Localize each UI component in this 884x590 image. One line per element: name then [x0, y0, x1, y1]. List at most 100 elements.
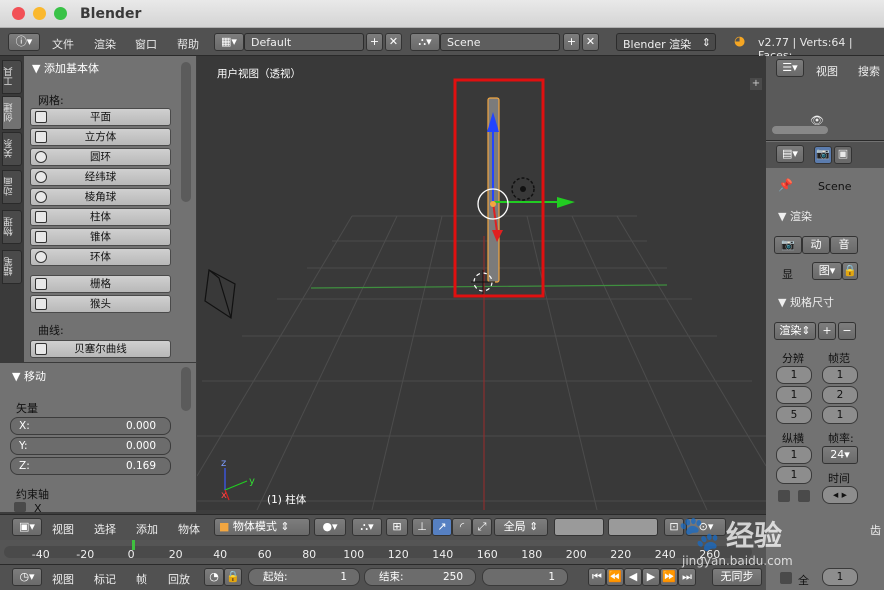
- menu-object[interactable]: 物体: [178, 521, 200, 537]
- render-audio-button[interactable]: 音: [830, 236, 858, 254]
- maximize-button[interactable]: [54, 7, 67, 20]
- dimensions-panel-header[interactable]: ▼ 规格尺寸: [778, 294, 834, 310]
- scene-icon[interactable]: ⛬▾: [410, 33, 440, 51]
- pivot-select[interactable]: ⛬▾: [352, 518, 382, 536]
- render-props-icon[interactable]: 📷: [814, 146, 832, 164]
- orientation-select[interactable]: 全局 ⇕: [494, 518, 548, 536]
- layers-props-icon[interactable]: ▣: [834, 146, 852, 164]
- preview-range-button[interactable]: ◔: [204, 568, 224, 586]
- timeline-menu-view[interactable]: 视图: [52, 571, 74, 587]
- move-widget-button[interactable]: ↗: [432, 518, 452, 536]
- add-preset-button[interactable]: +: [818, 322, 836, 340]
- screen-layout-field[interactable]: Default: [244, 33, 364, 51]
- vector-y-field[interactable]: Y: 0.000: [10, 437, 171, 455]
- screen-layout-icon[interactable]: ▦▾: [214, 33, 244, 51]
- pin-icon[interactable]: 📌: [778, 178, 793, 192]
- add-cone-button[interactable]: 锥体: [30, 228, 171, 246]
- viewport-add-corner[interactable]: +: [750, 78, 762, 90]
- add-cube-button[interactable]: 立方体: [30, 128, 171, 146]
- viewport-3d[interactable]: 用户视图（透视） z y x (1) 柱体 +: [197, 56, 766, 510]
- minimize-button[interactable]: [33, 7, 46, 20]
- tool-shelf-scrollbar[interactable]: [181, 62, 191, 202]
- menu-file[interactable]: 文件: [52, 36, 74, 52]
- render-engine-select[interactable]: Blender 渲染 ⇕: [616, 33, 716, 51]
- frame-start-field[interactable]: 1: [822, 366, 858, 384]
- menu-render[interactable]: 渲染: [94, 36, 116, 52]
- timeline-menu-playback[interactable]: 回放: [168, 571, 190, 587]
- render-image-button[interactable]: 📷: [774, 236, 802, 254]
- tab-grease-pencil[interactable]: 蜡笔: [2, 250, 22, 284]
- outliner-type-button[interactable]: ☰▾: [776, 59, 804, 77]
- current-frame-field[interactable]: 1: [482, 568, 568, 586]
- time-remap-field[interactable]: ◂ ▸: [822, 486, 858, 504]
- play-button[interactable]: ▶: [642, 568, 660, 586]
- lock-time-button[interactable]: 🔒: [224, 568, 242, 586]
- tab-tools[interactable]: 工具: [2, 60, 22, 94]
- menu-view[interactable]: 视图: [52, 521, 74, 537]
- aspect-x-field[interactable]: 1: [776, 446, 812, 464]
- display-select[interactable]: 图▾: [812, 262, 842, 280]
- tab-create[interactable]: 创建: [2, 96, 22, 130]
- constraint-x-checkbox[interactable]: [14, 502, 26, 512]
- layers-grid-2[interactable]: [608, 518, 658, 536]
- tab-animation[interactable]: 动画: [2, 170, 22, 204]
- properties-type-button[interactable]: ▤▾: [776, 145, 804, 163]
- remove-screen-button[interactable]: ✕: [385, 33, 402, 51]
- end-frame-field[interactable]: 结束: 250: [364, 568, 476, 586]
- tab-physics[interactable]: 物理: [2, 210, 22, 244]
- frame-step-field[interactable]: 1: [822, 406, 858, 424]
- editor-type-button[interactable]: ⓘ▾: [8, 33, 40, 51]
- timeline-editor-type[interactable]: ◷▾: [12, 568, 42, 586]
- render-preset-select[interactable]: 渲染⇕: [774, 322, 816, 340]
- resolution-y-field[interactable]: 1: [776, 386, 812, 404]
- frame-end-field[interactable]: 2: [822, 386, 858, 404]
- add-circle-button[interactable]: 圆环: [30, 148, 171, 166]
- add-torus-button[interactable]: 环体: [30, 248, 171, 266]
- close-button[interactable]: [12, 7, 25, 20]
- add-bezier-button[interactable]: 贝塞尔曲线: [30, 340, 171, 358]
- add-screen-button[interactable]: +: [366, 33, 383, 51]
- timeline[interactable]: -40 -20 0 20 40 60 80 100 120 140 160 180 200 220 240 2…: [0, 540, 766, 564]
- resolution-x-field[interactable]: 1: [776, 366, 812, 384]
- timeline-menu-marker[interactable]: 标记: [94, 571, 116, 587]
- menu-window[interactable]: 窗口: [135, 36, 157, 52]
- vector-z-field[interactable]: Z: 0.169: [10, 457, 171, 475]
- mode-select[interactable]: ■ 物体模式 ⇕: [214, 518, 310, 536]
- menu-add[interactable]: 添加: [136, 521, 158, 537]
- add-ico-sphere-button[interactable]: 棱角球: [30, 188, 171, 206]
- fps-select[interactable]: 24▾: [822, 446, 858, 464]
- rotate-widget-button[interactable]: ◜: [452, 518, 472, 536]
- scene-field[interactable]: Scene: [440, 33, 560, 51]
- render-panel-header[interactable]: ▼ 渲染: [778, 208, 812, 224]
- scale-widget-button[interactable]: ⤢: [472, 518, 492, 536]
- aspect-y-field[interactable]: 1: [776, 466, 812, 484]
- add-uv-sphere-button[interactable]: 经纬球: [30, 168, 171, 186]
- jump-key-back-button[interactable]: ⏪: [606, 568, 624, 586]
- add-scene-button[interactable]: +: [563, 33, 580, 51]
- add-primitive-header[interactable]: ▼ 添加基本体: [32, 60, 99, 76]
- timeline-menu-frame[interactable]: 帧: [136, 571, 147, 587]
- viewport-editor-type[interactable]: ▣▾: [12, 518, 42, 536]
- add-cylinder-button[interactable]: 柱体: [30, 208, 171, 226]
- start-frame-field[interactable]: 起始: 1: [248, 568, 360, 586]
- render-animation-button[interactable]: 动: [802, 236, 830, 254]
- menu-select[interactable]: 选择: [94, 521, 116, 537]
- lock-button[interactable]: 🔒: [842, 262, 858, 280]
- crop-checkbox[interactable]: [798, 490, 810, 502]
- add-monkey-button[interactable]: 猴头: [30, 295, 171, 313]
- translate-widget-button[interactable]: ⊥: [412, 518, 432, 536]
- tab-relations[interactable]: 关系: [2, 132, 22, 166]
- play-reverse-button[interactable]: ◀: [624, 568, 642, 586]
- menu-help[interactable]: 帮助: [177, 36, 199, 52]
- add-grid-button[interactable]: 栅格: [30, 275, 171, 293]
- resolution-percent-field[interactable]: 5: [776, 406, 812, 424]
- outliner-search-menu[interactable]: 搜索: [858, 63, 880, 79]
- border-checkbox[interactable]: [778, 490, 790, 502]
- outliner-scrollbar[interactable]: [772, 126, 828, 134]
- remove-preset-button[interactable]: −: [838, 322, 856, 340]
- remove-scene-button[interactable]: ✕: [582, 33, 599, 51]
- move-panel-scrollbar[interactable]: [181, 367, 191, 411]
- add-plane-button[interactable]: 平面: [30, 108, 171, 126]
- vector-x-field[interactable]: X: 0.000: [10, 417, 171, 435]
- outliner-view-menu[interactable]: 视图: [816, 63, 838, 79]
